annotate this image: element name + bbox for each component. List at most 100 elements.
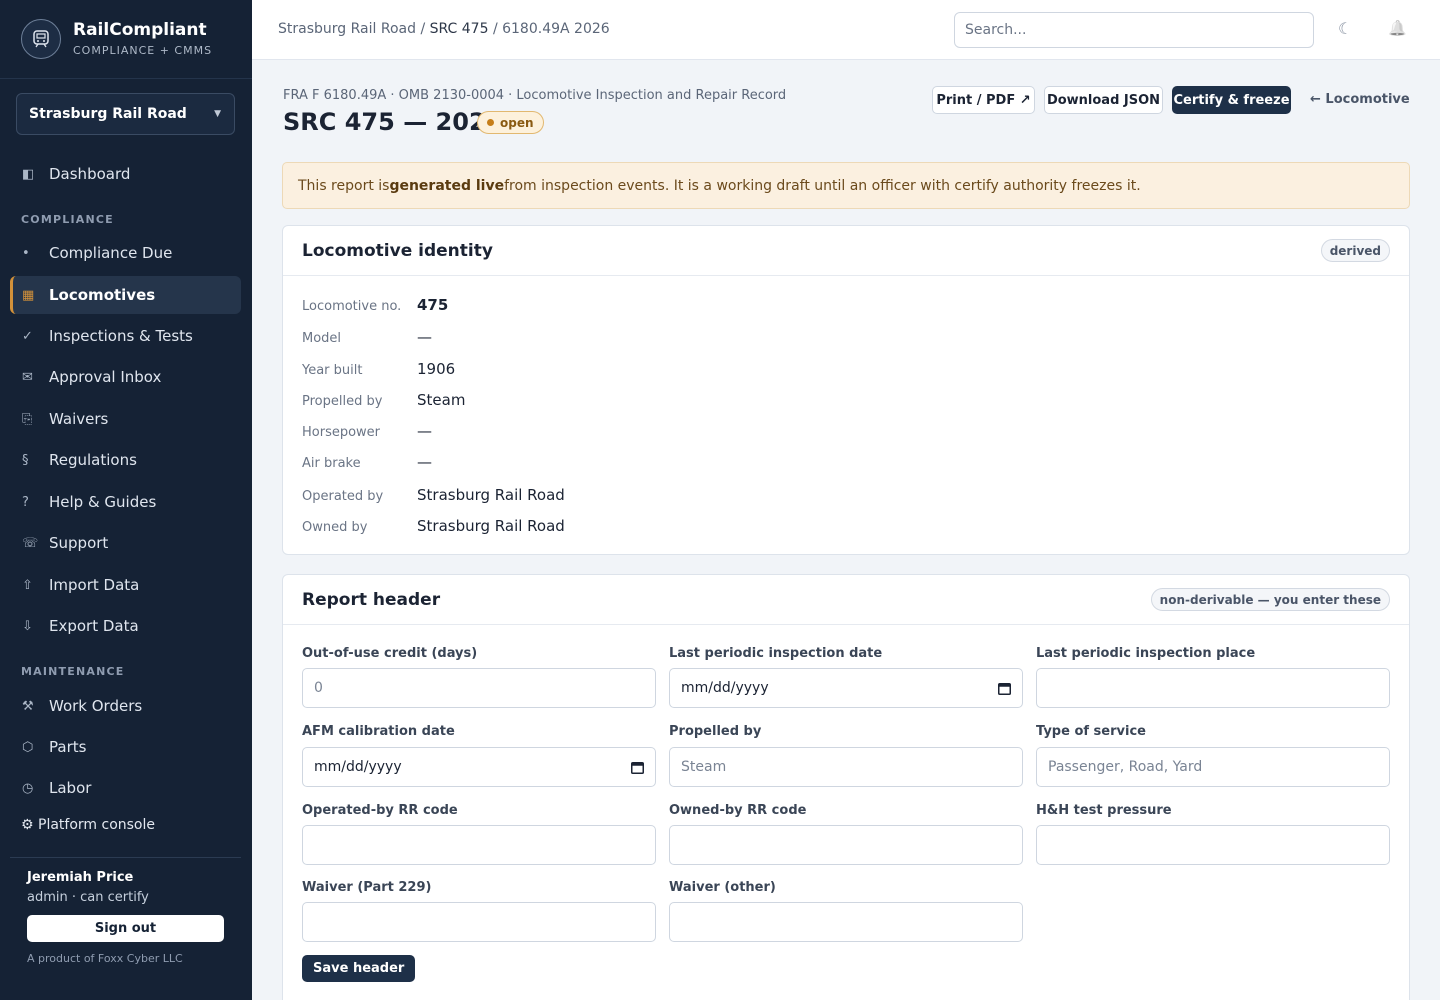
certify-freeze-button[interactable]: Certify & freeze (1172, 86, 1291, 114)
waiver-229-field[interactable] (302, 902, 656, 942)
nav-waivers[interactable]: ⎘ Waivers (10, 400, 241, 438)
page-title: SRC 475 — 2026 (283, 108, 503, 136)
identity-value: 1906 (417, 360, 456, 378)
notice-emphasis: generated live (389, 177, 505, 194)
nav-locomotives[interactable]: ▦ Locomotives (10, 276, 241, 314)
operated-code-field[interactable] (302, 825, 656, 865)
breadcrumb-locomotive[interactable]: SRC 475 (430, 21, 489, 37)
identity-row: Air brake — (302, 453, 432, 471)
nav-label: Work Orders (49, 697, 143, 715)
owned-code-field[interactable] (669, 825, 1023, 865)
waiver-229-label: Waiver (Part 229) (302, 880, 432, 895)
notice-banner: This report is generated live from inspe… (282, 162, 1410, 209)
sign-out-button[interactable]: Sign out (27, 915, 224, 942)
identity-label: Year built (302, 363, 363, 378)
notice-text: This report is (298, 177, 390, 194)
breadcrumb-separator: / (492, 21, 498, 37)
org-selector-value: Strasburg Rail Road (29, 106, 187, 122)
identity-label: Owned by (302, 520, 368, 535)
type-of-service-field[interactable] (1036, 747, 1390, 787)
afm-date-field[interactable]: mm/dd/yyyy (302, 747, 656, 787)
mail-icon: ✉ (22, 369, 33, 385)
bell-icon[interactable]: 🔔 (1388, 19, 1407, 37)
check-icon: ✓ (22, 328, 33, 344)
propelled-by-field[interactable] (669, 747, 1023, 787)
save-header-button[interactable]: Save header (302, 955, 416, 982)
nav-label: Parts (49, 738, 87, 756)
nav-work-orders[interactable]: ⚒ Work Orders (10, 687, 241, 725)
search-input[interactable] (954, 12, 1314, 48)
calendar-icon[interactable] (998, 682, 1011, 695)
identity-row: Owned by Strasburg Rail Road (302, 517, 565, 535)
identity-value: Strasburg Rail Road (417, 486, 565, 504)
locomotive-icon: ▦ (22, 287, 35, 303)
calendar-icon[interactable] (631, 761, 644, 774)
breadcrumb-report: 6180.49A 2026 (502, 21, 610, 37)
identity-value: 475 (417, 296, 449, 314)
user-name: Jeremiah Price (27, 870, 134, 885)
tools-icon: ⚒ (22, 698, 34, 714)
operated-code-label: Operated-by RR code (302, 803, 458, 818)
status-dot-icon (487, 119, 494, 126)
report-header-title: Report header (302, 589, 441, 610)
last-periodic-place-field[interactable] (1036, 668, 1390, 708)
nav-label: Inspections & Tests (49, 327, 193, 345)
nav-section-maintenance: MAINTENANCE (21, 665, 125, 678)
identity-value: Strasburg Rail Road (417, 517, 565, 535)
identity-value: — (417, 328, 432, 346)
last-periodic-date-field[interactable]: mm/dd/yyyy (669, 668, 1023, 708)
breadcrumb-org[interactable]: Strasburg Rail Road (278, 21, 416, 37)
nav-import[interactable]: ⇧ Import Data (10, 566, 241, 604)
nav-label: Approval Inbox (49, 368, 162, 386)
platform-console-link[interactable]: ⚙ Platform console (21, 817, 155, 833)
notice-text-rest: from inspection events. It is a working … (504, 177, 1141, 194)
status-badge: open (477, 111, 544, 134)
out-of-use-field[interactable] (302, 668, 656, 708)
nav-dashboard[interactable]: ◧ Dashboard (10, 155, 241, 193)
back-to-locomotive-link[interactable]: ← Locomotive (1310, 92, 1410, 107)
print-pdf-button[interactable]: Print / PDF ↗ (932, 86, 1035, 114)
nav-approval-inbox[interactable]: ✉ Approval Inbox (10, 358, 241, 396)
theme-toggle-icon[interactable]: ☾ (1338, 19, 1352, 38)
hh-pressure-label: H&H test pressure (1036, 803, 1172, 818)
derived-tag: derived (1320, 239, 1390, 262)
breadcrumb-separator: / (420, 21, 426, 37)
nav-label: Compliance Due (49, 244, 173, 262)
identity-value: — (417, 453, 432, 471)
download-json-button[interactable]: Download JSON (1044, 86, 1163, 114)
nav-help[interactable]: ? Help & Guides (10, 483, 241, 521)
nav-label: Help & Guides (49, 493, 157, 511)
identity-value: Steam (417, 391, 466, 409)
nav-parts[interactable]: ⬡ Parts (10, 728, 241, 766)
identity-label: Air brake (302, 456, 361, 471)
clock-icon: ◷ (22, 780, 34, 796)
upload-icon: ⇧ (22, 577, 33, 593)
nav-section-compliance: COMPLIANCE (21, 213, 114, 226)
waiver-other-field[interactable] (669, 902, 1023, 942)
out-of-use-label: Out-of-use credit (days) (302, 646, 478, 661)
identity-card: Locomotive identity derived Locomotive n… (282, 225, 1410, 555)
identity-row: Operated by Strasburg Rail Road (302, 486, 565, 504)
identity-row: Locomotive no. 475 (302, 296, 448, 314)
owned-code-label: Owned-by RR code (669, 803, 807, 818)
nav-regulations[interactable]: § Regulations (10, 441, 241, 479)
nav-export[interactable]: ⇩ Export Data (10, 607, 241, 645)
identity-label: Model (302, 331, 342, 346)
identity-row: Year built 1906 (302, 360, 455, 378)
breadcrumb: Strasburg Rail Road / SRC 475 / 6180.49A… (278, 21, 610, 37)
nav-labor[interactable]: ◷ Labor (10, 769, 241, 807)
nav-support[interactable]: ☏ Support (10, 524, 241, 562)
identity-label: Propelled by (302, 394, 383, 409)
nav-label: Dashboard (49, 165, 131, 183)
org-selector[interactable]: Strasburg Rail Road ▼ (16, 93, 235, 135)
phone-icon: ☏ (22, 535, 39, 551)
date-value: mm/dd/yyyy (681, 680, 769, 696)
nav-label: Import Data (49, 576, 140, 594)
identity-card-header: Locomotive identity derived (283, 226, 1409, 276)
nav-label: Waivers (49, 410, 109, 428)
identity-value: — (417, 422, 432, 440)
nav-compliance-due[interactable]: • Compliance Due (10, 234, 241, 272)
hh-pressure-field[interactable] (1036, 825, 1390, 865)
brand-logo-icon[interactable] (21, 19, 61, 59)
nav-inspections[interactable]: ✓ Inspections & Tests (10, 317, 241, 355)
